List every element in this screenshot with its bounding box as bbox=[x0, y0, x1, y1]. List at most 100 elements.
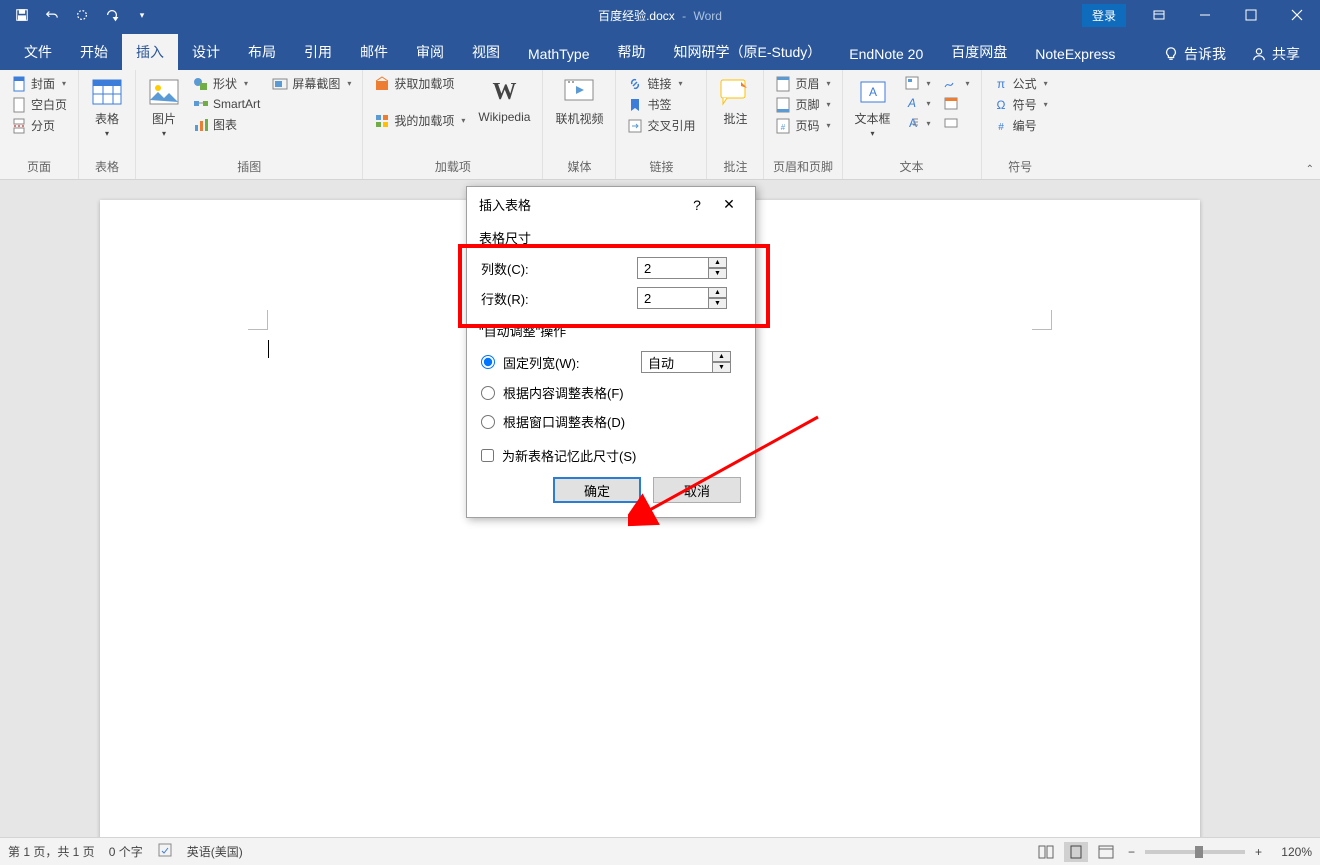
zoom-level[interactable]: 120% bbox=[1272, 845, 1312, 859]
table-button[interactable]: 表格 ▾ bbox=[87, 74, 127, 158]
window-title: 百度经验.docx - Word bbox=[598, 7, 722, 24]
wikipedia-button[interactable]: W Wikipedia bbox=[474, 74, 534, 158]
collapse-ribbon-icon[interactable]: ⌃ bbox=[1306, 164, 1314, 175]
textbox-button[interactable]: A 文本框 ▾ bbox=[851, 74, 895, 158]
picture-button[interactable]: 图片 ▾ bbox=[144, 74, 184, 158]
word-count[interactable]: 0 个字 bbox=[109, 843, 143, 860]
group-comments: 批注 批注 bbox=[707, 70, 764, 179]
cancel-button[interactable]: 取消 bbox=[653, 477, 741, 503]
comment-button[interactable]: 批注 bbox=[715, 74, 755, 158]
store-icon bbox=[374, 76, 390, 92]
datetime-button[interactable] bbox=[940, 94, 973, 112]
fit-content-radio[interactable] bbox=[481, 386, 495, 400]
header-button[interactable]: 页眉 bbox=[772, 74, 833, 93]
bookmark-button[interactable]: 书签 bbox=[624, 95, 698, 114]
tab-baidu[interactable]: 百度网盘 bbox=[937, 34, 1021, 70]
doc-name: 百度经验.docx bbox=[598, 9, 675, 23]
cover-page-button[interactable]: 封面 bbox=[8, 74, 70, 93]
equation-button[interactable]: π公式 bbox=[990, 74, 1051, 93]
screenshot-icon bbox=[272, 76, 288, 92]
table-icon bbox=[91, 76, 123, 108]
footer-button[interactable]: 页脚 bbox=[772, 95, 833, 114]
tab-home[interactable]: 开始 bbox=[66, 34, 122, 70]
tab-cnki[interactable]: 知网研学（原E-Study） bbox=[659, 34, 835, 70]
tab-endnote[interactable]: EndNote 20 bbox=[835, 38, 937, 70]
svg-text:A: A bbox=[907, 96, 916, 110]
fixed-up-icon[interactable]: ▲ bbox=[713, 351, 731, 362]
repeat-icon[interactable] bbox=[98, 1, 126, 29]
ribbon-display-icon[interactable] bbox=[1136, 0, 1182, 30]
signature-button[interactable] bbox=[940, 74, 973, 92]
number-button[interactable]: #编号 bbox=[990, 116, 1051, 135]
close-icon[interactable] bbox=[1274, 0, 1320, 30]
redo-icon[interactable] bbox=[68, 1, 96, 29]
undo-icon[interactable] bbox=[38, 1, 66, 29]
group-pages: 封面 空白页 分页 页面 bbox=[0, 70, 79, 179]
crossref-button[interactable]: 交叉引用 bbox=[624, 116, 698, 135]
online-video-button[interactable]: 联机视频 bbox=[551, 74, 607, 158]
dialog-help-icon[interactable]: ? bbox=[681, 197, 713, 213]
datetime-icon bbox=[943, 95, 959, 111]
zoom-slider[interactable] bbox=[1145, 850, 1245, 854]
group-links: 链接 书签 交叉引用 链接 bbox=[616, 70, 707, 179]
print-layout-icon[interactable] bbox=[1064, 842, 1088, 862]
zoom-out-icon[interactable]: − bbox=[1124, 845, 1139, 859]
tab-insert[interactable]: 插入 bbox=[122, 34, 178, 70]
page-status[interactable]: 第 1 页，共 1 页 bbox=[8, 843, 95, 860]
tab-file[interactable]: 文件 bbox=[10, 34, 66, 70]
tab-mathtype[interactable]: MathType bbox=[514, 38, 603, 70]
fixed-width-radio[interactable] bbox=[481, 355, 495, 369]
minimize-icon[interactable] bbox=[1182, 0, 1228, 30]
signature-icon bbox=[943, 75, 959, 91]
pagenum-button[interactable]: #页码 bbox=[772, 116, 833, 135]
tab-help[interactable]: 帮助 bbox=[603, 34, 659, 70]
chart-button[interactable]: 图表 bbox=[190, 115, 263, 134]
fit-window-radio[interactable] bbox=[481, 415, 495, 429]
fixed-width-input[interactable] bbox=[641, 351, 713, 373]
chart-icon bbox=[193, 117, 209, 133]
shapes-button[interactable]: 形状 bbox=[190, 74, 263, 93]
wordart-icon: A bbox=[904, 95, 920, 111]
share-label: 共享 bbox=[1272, 44, 1300, 64]
my-addins-button[interactable]: 我的加载项 bbox=[371, 111, 468, 130]
tab-references[interactable]: 引用 bbox=[290, 34, 346, 70]
svg-text:Ω: Ω bbox=[996, 98, 1005, 112]
ok-button[interactable]: 确定 bbox=[553, 477, 641, 503]
svg-text:#: # bbox=[781, 123, 786, 132]
read-mode-icon[interactable] bbox=[1034, 842, 1058, 862]
title-sep: - bbox=[682, 9, 686, 23]
web-layout-icon[interactable] bbox=[1094, 842, 1118, 862]
save-icon[interactable] bbox=[8, 1, 36, 29]
qat-more-icon[interactable]: ▾ bbox=[128, 1, 156, 29]
tab-design[interactable]: 设计 bbox=[178, 34, 234, 70]
page-break-button[interactable]: 分页 bbox=[8, 116, 70, 135]
tab-mailings[interactable]: 邮件 bbox=[346, 34, 402, 70]
quick-parts-button[interactable] bbox=[901, 74, 934, 92]
link-button[interactable]: 链接 bbox=[624, 74, 698, 93]
language-status[interactable]: 英语(美国) bbox=[187, 843, 243, 860]
fixed-width-spinner[interactable]: ▲▼ bbox=[641, 351, 731, 373]
dropcap-button[interactable]: A bbox=[901, 114, 934, 132]
tell-me[interactable]: 告诉我 bbox=[1154, 38, 1236, 70]
login-button[interactable]: 登录 bbox=[1082, 4, 1126, 27]
wordart-button[interactable]: A bbox=[901, 94, 934, 112]
dialog-titlebar[interactable]: 插入表格 ? ✕ bbox=[467, 187, 755, 222]
tab-review[interactable]: 审阅 bbox=[402, 34, 458, 70]
zoom-in-icon[interactable]: + bbox=[1251, 845, 1266, 859]
get-addins-button[interactable]: 获取加载项 bbox=[371, 74, 468, 93]
object-button[interactable] bbox=[940, 114, 973, 132]
tab-noteexpress[interactable]: NoteExpress bbox=[1021, 38, 1129, 70]
remember-checkbox[interactable] bbox=[481, 449, 494, 462]
tab-layout[interactable]: 布局 bbox=[234, 34, 290, 70]
screenshot-button[interactable]: 屏幕截图 bbox=[269, 74, 354, 93]
tab-view[interactable]: 视图 bbox=[458, 34, 514, 70]
smartart-button[interactable]: SmartArt bbox=[190, 95, 263, 113]
fixed-down-icon[interactable]: ▼ bbox=[713, 362, 731, 373]
symbol-button[interactable]: Ω符号 bbox=[990, 95, 1051, 114]
maximize-icon[interactable] bbox=[1228, 0, 1274, 30]
dialog-close-icon[interactable]: ✕ bbox=[713, 196, 745, 213]
blank-page-button[interactable]: 空白页 bbox=[8, 95, 70, 114]
shapes-icon bbox=[193, 76, 209, 92]
spelling-icon[interactable] bbox=[157, 842, 173, 861]
share-button[interactable]: 共享 bbox=[1242, 38, 1310, 70]
